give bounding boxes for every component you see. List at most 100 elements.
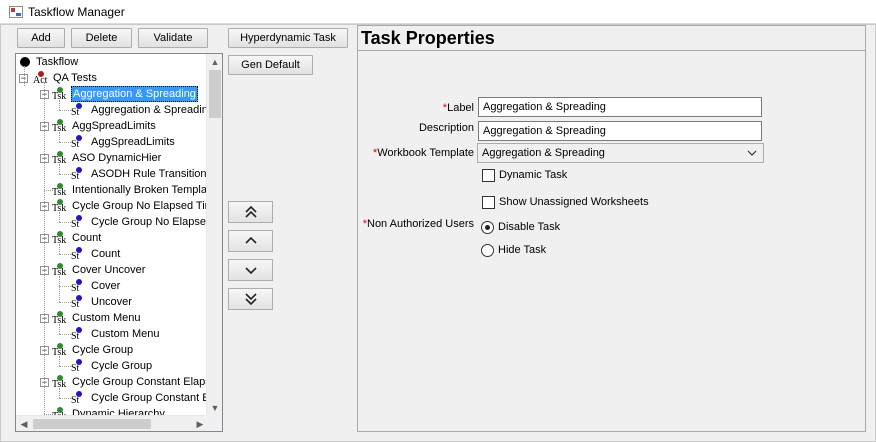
tree-node-label: Cycle Group Constant Elaps [72, 376, 208, 388]
description-input[interactable]: Aggregation & Spreading [478, 121, 762, 141]
tree-task-item[interactable]: Tsk ASO DynamicHier [52, 150, 162, 166]
tree-node-label: Count [72, 232, 102, 244]
disable-task-radio[interactable] [481, 221, 494, 234]
tree-connector [59, 244, 60, 254]
tree-root-taskflow[interactable]: Taskflow [18, 54, 79, 70]
tree-task-item[interactable]: Tsk AggSpreadLimits [52, 118, 157, 134]
tree-step-item[interactable]: St Count [71, 246, 121, 262]
tree-connector [59, 286, 71, 287]
tree-connector [59, 334, 71, 335]
task-icon: Tsk [52, 118, 68, 134]
tree-connector [59, 142, 71, 143]
tree-node-label: Custom Menu [91, 328, 160, 340]
tree-connector [44, 82, 45, 416]
validate-button[interactable]: Validate [138, 28, 208, 48]
disable-task-label: Disable Task [498, 221, 561, 233]
non-authorized-label: *Non Authorized Users [362, 218, 474, 230]
taskflow-tree[interactable]: Taskflow − Act QA Tests − Tsk Aggregation & Sp… [15, 53, 223, 432]
icon-type-label: St [71, 171, 80, 182]
tree-activity-qa-tests[interactable]: Act QA Tests [33, 70, 98, 86]
tree-step-item[interactable]: St Uncover [71, 294, 133, 310]
tree-node-label: Cover [91, 280, 121, 292]
tree-connector [59, 132, 60, 142]
tree-node-label: Count [91, 248, 121, 260]
move-top-button[interactable] [228, 201, 273, 223]
workbook-template-text: Workbook Template [377, 147, 474, 159]
hscroll-thumb[interactable] [33, 419, 151, 429]
workbook-template-value: Aggregation & Spreading [482, 147, 605, 159]
tree-content: Taskflow − Act QA Tests − Tsk Aggregation & Sp… [16, 54, 208, 416]
tree-node-label: ASODH Rule Transitions [91, 168, 208, 180]
tree-task-item[interactable]: Tsk Cover Uncover [52, 262, 146, 278]
icon-type-label: Tsk [52, 187, 67, 198]
label-text: Label [447, 102, 474, 114]
tree-horizontal-scrollbar[interactable]: ◀ ▶ [16, 415, 208, 431]
window-title: Taskflow Manager [28, 4, 125, 19]
icon-type-label: Act [33, 75, 48, 86]
show-unassigned-label: Show Unassigned Worksheets [499, 196, 649, 208]
label-input[interactable]: Aggregation & Spreading [478, 97, 762, 117]
step-icon: St [71, 278, 87, 294]
tree-task-item[interactable]: Tsk Aggregation & Spreading [52, 86, 198, 102]
icon-type-label: St [71, 139, 80, 150]
icon-type-label: St [71, 363, 80, 374]
tree-task-item[interactable]: Tsk Intentionally Broken Templa [52, 182, 208, 198]
tree-node-label: Aggregation & Spreading [71, 86, 198, 102]
workbook-template-select[interactable]: Aggregation & Spreading [477, 143, 764, 163]
gen-default-button[interactable]: Gen Default [228, 55, 313, 75]
delete-button[interactable]: Delete [71, 28, 132, 48]
tree-task-item[interactable]: Tsk Cycle Group [52, 342, 134, 358]
properties-title: Task Properties [361, 28, 495, 48]
step-icon: St [71, 246, 87, 262]
hyperdynamic-task-button[interactable]: Hyperdynamic Task [228, 28, 348, 48]
tree-vertical-scrollbar[interactable]: ▲ ▼ [206, 54, 222, 416]
icon-type-label: St [71, 299, 80, 310]
tree-connector [59, 324, 60, 334]
step-icon: St [71, 390, 87, 406]
tree-step-item[interactable]: St Cover [71, 278, 121, 294]
tree-step-item[interactable]: St Custom Menu [71, 326, 160, 342]
icon-type-label: St [71, 395, 80, 406]
tree-step-item[interactable]: St Cycle Group No Elapsed [71, 214, 208, 230]
move-up-button[interactable] [228, 230, 273, 252]
tree-connector [59, 174, 71, 175]
tree-connector [59, 398, 71, 399]
non-authorized-text: Non Authorized Users [367, 218, 474, 230]
task-icon: Tsk [52, 262, 68, 278]
scroll-up-icon[interactable]: ▲ [207, 54, 222, 70]
tree-step-item[interactable]: St Aggregation & Spreadin [71, 102, 208, 118]
tree-step-item[interactable]: St AggSpreadLimits [71, 134, 176, 150]
task-icon: Tsk [52, 230, 68, 246]
task-icon: Tsk [52, 310, 68, 326]
scroll-thumb[interactable] [209, 70, 221, 118]
tree-step-item[interactable]: St Cycle Group Constant E [71, 390, 208, 406]
scroll-left-icon[interactable]: ◀ [16, 416, 32, 431]
add-button[interactable]: Add [17, 28, 65, 48]
show-unassigned-checkbox[interactable] [482, 196, 495, 209]
hide-task-label: Hide Task [498, 244, 547, 256]
chevron-down-icon [747, 150, 757, 156]
tree-connector [59, 254, 71, 255]
tree-task-item[interactable]: Tsk Custom Menu [52, 310, 141, 326]
tree-connector [59, 276, 60, 302]
tree-connector [59, 388, 60, 398]
dynamic-task-checkbox[interactable] [482, 169, 495, 182]
label-field-label: *Label [418, 102, 474, 114]
move-bottom-button[interactable] [228, 288, 273, 310]
move-down-button[interactable] [228, 259, 273, 281]
tree-node-label: AggSpreadLimits [91, 136, 175, 148]
step-icon: St [71, 326, 87, 342]
tree-task-item[interactable]: Tsk Cycle Group No Elapsed Tim [52, 198, 208, 214]
tree-node-label: Aggregation & Spreadin [91, 104, 208, 116]
tree-node-label: Cycle Group Constant E [91, 392, 208, 404]
step-icon: St [71, 134, 87, 150]
tree-task-item[interactable]: Tsk Cycle Group Constant Elaps [52, 374, 208, 390]
tree-step-item[interactable]: St Cycle Group [71, 358, 153, 374]
tree-step-item[interactable]: St ASODH Rule Transitions [71, 166, 208, 182]
dynamic-task-label: Dynamic Task [499, 169, 568, 181]
tree-connector [24, 66, 25, 86]
tree-connector [59, 100, 60, 110]
scroll-down-icon[interactable]: ▼ [207, 400, 222, 416]
taskflow-root-icon [20, 57, 30, 67]
hide-task-radio[interactable] [481, 244, 494, 257]
